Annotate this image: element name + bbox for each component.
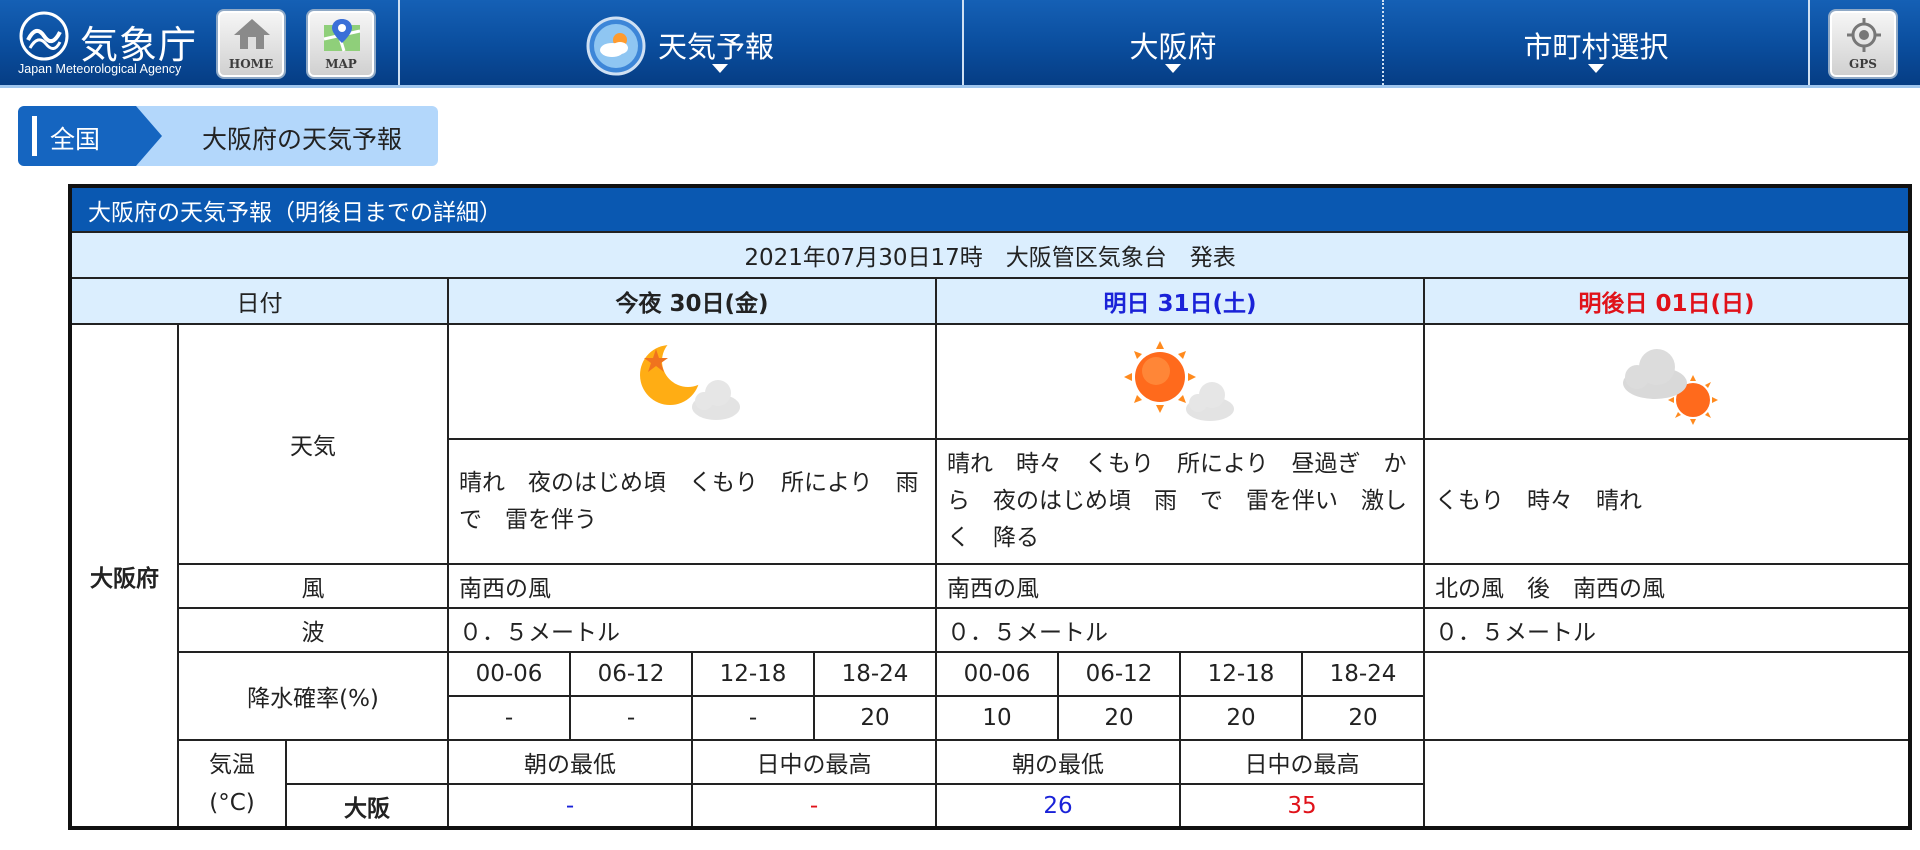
- pop-period: 00-06: [447, 651, 571, 697]
- pop-period: 00-06: [935, 651, 1059, 697]
- sun-cloud-icon: [1124, 340, 1234, 421]
- temp-min-tonight: -: [447, 783, 693, 829]
- weather-icon-cell-tonight: [447, 323, 937, 440]
- logo-title: 気象庁: [80, 23, 198, 67]
- weather-icon-cell-tomorrow: [935, 323, 1425, 440]
- pop-value: 20: [813, 695, 937, 741]
- nav-weather-forecast[interactable]: 天気予報: [400, 0, 962, 85]
- jma-logo-icon: [19, 11, 69, 61]
- weather-icon-cell-day-after: [1422, 323, 1912, 440]
- forecast-table: 大阪府の天気予報（明後日までの詳細） 2021年07月30日17時 大阪管区気象…: [68, 184, 1913, 830]
- home-icon: [234, 19, 270, 49]
- day-header-day-after: 明後日 01日(日): [1422, 277, 1912, 325]
- day-header-tomorrow: 明日 31日(土): [935, 277, 1425, 325]
- home-button[interactable]: HOME: [216, 9, 286, 79]
- breadcrumb-current-label: 大阪府の天気予報: [202, 125, 403, 154]
- pop-value: 10: [935, 695, 1059, 741]
- day-header-tonight: 今夜 30日(金): [447, 277, 937, 325]
- nav-prefecture-label: 大阪府: [1129, 30, 1217, 64]
- pop-period: 06-12: [1057, 651, 1181, 697]
- breadcrumb-root-label: 全国: [50, 125, 101, 154]
- nav-municipality-select[interactable]: 市町村選択: [1384, 0, 1808, 85]
- logo-subtitle: Japan Meteorological Agency: [18, 62, 182, 76]
- temp-max-tonight: -: [691, 783, 937, 829]
- wave-tomorrow: ０．５メートル: [935, 607, 1425, 653]
- temp-header: 日中の最高: [1179, 739, 1425, 785]
- breadcrumb-root-link[interactable]: 全国: [18, 106, 136, 166]
- pop-value: -: [569, 695, 693, 741]
- wave-tonight: ０．５メートル: [447, 607, 937, 653]
- temp-header-spacer: [285, 739, 449, 785]
- pop-period: 06-12: [569, 651, 693, 697]
- gps-button[interactable]: GPS: [1828, 9, 1898, 79]
- breadcrumb-current: 大阪府の天気予報: [136, 106, 438, 166]
- top-navigation-bar: 気象庁 Japan Meteorological Agency HOME MAP…: [0, 0, 1920, 88]
- chevron-down-icon: [1165, 64, 1181, 73]
- jma-logo[interactable]: 気象庁 Japan Meteorological Agency: [14, 8, 204, 80]
- wind-row-label: 風: [177, 563, 449, 609]
- issued-info: 2021年07月30日17時 大阪管区気象台 発表: [68, 231, 1912, 279]
- pop-period: 18-24: [813, 651, 937, 697]
- weather-forecast-icon: [586, 16, 646, 76]
- cloud-sun-icon: [1622, 348, 1718, 425]
- gps-label: GPS: [1849, 57, 1877, 71]
- moon-cloud-icon: [640, 344, 740, 420]
- temp-header: 朝の最低: [447, 739, 693, 785]
- wave-row-label: 波: [177, 607, 449, 653]
- temp-empty-day-after: [1422, 739, 1912, 829]
- temp-header: 朝の最低: [935, 739, 1181, 785]
- temp-city: 大阪: [285, 783, 449, 829]
- weather-text-tomorrow: 晴れ 時々 くもり 所により 昼過ぎ から 夜のはじめ頃 雨 で 雷を伴い 激し…: [935, 438, 1425, 565]
- map-button[interactable]: MAP: [306, 9, 376, 79]
- temp-row-label: 気温 (°C): [177, 739, 287, 829]
- pop-empty-day-after: [1422, 651, 1912, 741]
- chevron-down-icon: [1588, 64, 1604, 73]
- pop-value: -: [691, 695, 815, 741]
- nav-prefecture[interactable]: 大阪府: [964, 0, 1382, 85]
- home-label: HOME: [228, 57, 274, 71]
- region-name: 大阪府: [69, 323, 179, 829]
- weather-text-day-after: くもり 時々 晴れ: [1422, 438, 1912, 565]
- map-pin-icon: [323, 19, 361, 52]
- chevron-down-icon: [712, 64, 728, 73]
- temp-unit: (°C): [209, 789, 255, 816]
- wind-tonight: 南西の風: [447, 563, 937, 609]
- temp-header: 日中の最高: [691, 739, 937, 785]
- weather-text-tonight: 晴れ 夜のはじめ頃 くもり 所により 雨 で 雷を伴う: [447, 438, 942, 565]
- date-header: 日付: [69, 277, 449, 325]
- temp-label: 気温: [209, 751, 255, 778]
- nav-weather-label: 天気予報: [658, 30, 775, 64]
- wind-day-after: 北の風 後 南西の風: [1422, 563, 1912, 609]
- breadcrumb-arrow: [136, 106, 162, 166]
- gps-target-icon: [1847, 18, 1881, 52]
- pop-row-label: 降水確率(%): [177, 651, 449, 741]
- weather-row-label: 天気: [177, 323, 449, 565]
- nav-divider: [1808, 0, 1810, 85]
- wave-day-after: ０．５メートル: [1422, 607, 1912, 653]
- wind-tomorrow: 南西の風: [935, 563, 1425, 609]
- pop-value: -: [447, 695, 571, 741]
- pop-value: 20: [1179, 695, 1303, 741]
- forecast-title: 大阪府の天気予報（明後日までの詳細）: [68, 185, 1912, 233]
- nav-municipality-label: 市町村選択: [1523, 30, 1669, 64]
- temp-min-tomorrow: 26: [935, 783, 1181, 829]
- pop-period: 12-18: [1179, 651, 1303, 697]
- map-label: MAP: [325, 57, 357, 71]
- pop-value: 20: [1301, 695, 1425, 741]
- breadcrumb-bar: [32, 116, 37, 156]
- pop-period: 18-24: [1301, 651, 1425, 697]
- pop-value: 20: [1057, 695, 1181, 741]
- temp-max-tomorrow: 35: [1179, 783, 1425, 829]
- pop-period: 12-18: [691, 651, 815, 697]
